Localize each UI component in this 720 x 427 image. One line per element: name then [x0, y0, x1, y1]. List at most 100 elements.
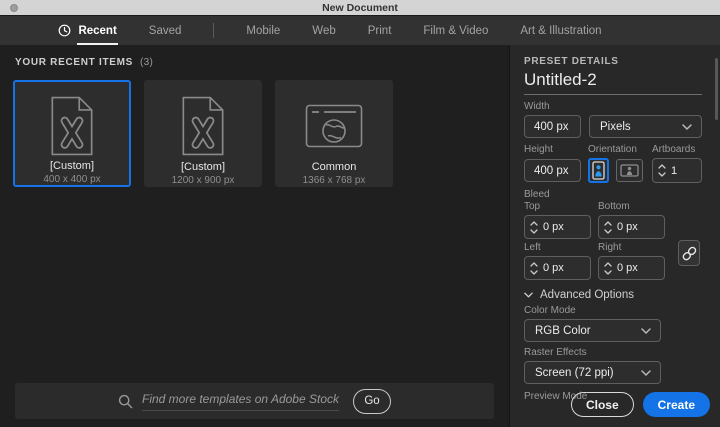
panel-scrollbar[interactable] [715, 58, 718, 120]
tab-saved[interactable]: Saved [149, 25, 182, 37]
chevron-up-icon [603, 220, 612, 226]
stepper-chevrons[interactable] [525, 261, 542, 275]
adobe-stock-search-bar: Find more templates on Adobe Stock Go [15, 383, 494, 419]
tab-label: Mobile [246, 24, 281, 37]
new-document-dialog: New Document Recent Saved Mobile Web Pri… [0, 0, 720, 427]
tab-recent[interactable]: Recent [58, 24, 119, 45]
tab-web[interactable]: Web [312, 25, 335, 37]
width-input[interactable]: 400 px [524, 115, 581, 138]
color-mode-label: Color Mode [524, 305, 576, 316]
bleed-left-stepper[interactable]: 0 px [524, 256, 591, 280]
window-titlebar: New Document [0, 0, 720, 16]
advanced-options-label: Advanced Options [540, 289, 634, 301]
recent-item-custom-1200[interactable]: [Custom] 1200 x 900 px [144, 80, 262, 187]
recent-item-size: 1200 x 900 px [171, 175, 235, 186]
chevron-up-icon [603, 261, 612, 267]
tab-label: Film & Video [423, 24, 489, 37]
chevron-up-icon [657, 164, 666, 169]
color-mode-value: RGB Color [535, 324, 591, 337]
raster-effects-value: Screen (72 ppi) [535, 366, 614, 379]
landscape-icon [620, 164, 639, 177]
tab-label: Art & Illustration [520, 24, 602, 37]
chevron-down-icon [641, 327, 651, 334]
create-button[interactable]: Create [642, 392, 710, 417]
bleed-bottom-value[interactable]: 0 px [617, 221, 638, 233]
tab-print[interactable]: Print [368, 25, 392, 37]
window-close-button[interactable] [10, 4, 18, 12]
bleed-bottom-label: Bottom [598, 201, 630, 212]
orientation-label: Orientation [588, 144, 637, 155]
orientation-landscape-button[interactable] [616, 159, 643, 182]
raster-effects-dropdown[interactable]: Screen (72 ppi) [524, 361, 661, 384]
advanced-options-toggle[interactable]: Advanced Options [524, 289, 702, 301]
link-icon [682, 245, 697, 262]
chevron-down-icon [524, 292, 533, 298]
bleed-link-toggle[interactable] [678, 240, 700, 266]
bleed-bottom-stepper[interactable]: 0 px [598, 215, 665, 239]
document-custom-icon [179, 94, 227, 157]
search-icon [118, 394, 133, 409]
artboards-label: Artboards [652, 144, 696, 155]
bleed-right-value[interactable]: 0 px [617, 262, 638, 274]
tab-divider [213, 23, 215, 38]
preset-details-heading: PRESET DETAILS [524, 56, 619, 67]
chevron-down-icon [641, 369, 651, 376]
bleed-left-label: Left [524, 242, 541, 253]
bleed-label: Bleed [524, 189, 550, 200]
bleed-top-label: Top [524, 201, 541, 212]
tab-label: Saved [148, 24, 182, 37]
clock-icon [58, 24, 71, 37]
tab-bar: Recent Saved Mobile Web Print Film & Vid… [0, 16, 720, 45]
tab-label: Web [312, 24, 336, 37]
stepper-chevrons[interactable] [599, 220, 616, 234]
tab-mobile[interactable]: Mobile [246, 25, 280, 37]
orientation-portrait-button[interactable] [588, 158, 609, 183]
bleed-left-value[interactable]: 0 px [543, 262, 564, 274]
recent-item-name: [Custom] [49, 160, 94, 172]
recent-items-grid: [Custom] 400 x 400 px [Custom] 1200 x 90… [13, 80, 509, 187]
dialog-footer: Close Create [570, 392, 710, 417]
go-button[interactable]: Go [353, 388, 391, 414]
recent-item-custom-400[interactable]: [Custom] 400 x 400 px [13, 80, 131, 187]
height-input[interactable]: 400 px [524, 159, 581, 182]
artboards-stepper[interactable]: 1 [652, 158, 702, 183]
stepper-chevrons[interactable] [653, 164, 670, 177]
tab-art-illustration[interactable]: Art & Illustration [520, 25, 601, 37]
recent-item-common-1366[interactable]: Common 1366 x 768 px [275, 80, 393, 187]
chevron-down-icon [529, 269, 538, 275]
orientation-toggle [588, 158, 652, 183]
document-custom-icon [48, 95, 96, 156]
units-value: Pixels [600, 120, 631, 133]
recent-item-name: [Custom] [180, 161, 225, 173]
chevron-down-icon [603, 269, 612, 275]
tab-film-video[interactable]: Film & Video [423, 25, 488, 37]
chevron-down-icon [682, 123, 692, 130]
document-name-input[interactable]: Untitled-2 [524, 71, 702, 95]
recent-items-count: (3) [140, 57, 154, 68]
recent-item-size: 400 x 400 px [43, 174, 101, 185]
recent-items-panel: YOUR RECENT ITEMS (3) [Custom] 400 x 400 … [0, 45, 510, 427]
portrait-icon [592, 161, 605, 180]
stepper-chevrons[interactable] [525, 220, 542, 234]
recent-item-name: Common [311, 161, 357, 173]
close-button[interactable]: Close [570, 392, 634, 417]
artboards-value[interactable]: 1 [671, 165, 677, 177]
bleed-top-stepper[interactable]: 0 px [524, 215, 591, 239]
search-field[interactable]: Find more templates on Adobe Stock [118, 392, 339, 411]
recent-items-heading: YOUR RECENT ITEMS (3) [15, 57, 509, 68]
chevron-down-icon [657, 172, 666, 177]
chevron-down-icon [529, 228, 538, 234]
bleed-right-label: Right [598, 242, 622, 253]
chevron-down-icon [603, 228, 612, 234]
color-mode-dropdown[interactable]: RGB Color [524, 319, 661, 342]
width-label: Width [524, 101, 550, 112]
chevron-up-icon [529, 261, 538, 267]
tab-label: Print [367, 24, 392, 37]
stepper-chevrons[interactable] [599, 261, 616, 275]
raster-effects-label: Raster Effects [524, 347, 587, 358]
units-dropdown[interactable]: Pixels [589, 115, 702, 138]
bleed-right-stepper[interactable]: 0 px [598, 256, 665, 280]
search-input[interactable]: Find more templates on Adobe Stock [142, 392, 339, 411]
bleed-top-value[interactable]: 0 px [543, 221, 564, 233]
recent-item-size: 1366 x 768 px [302, 175, 366, 186]
